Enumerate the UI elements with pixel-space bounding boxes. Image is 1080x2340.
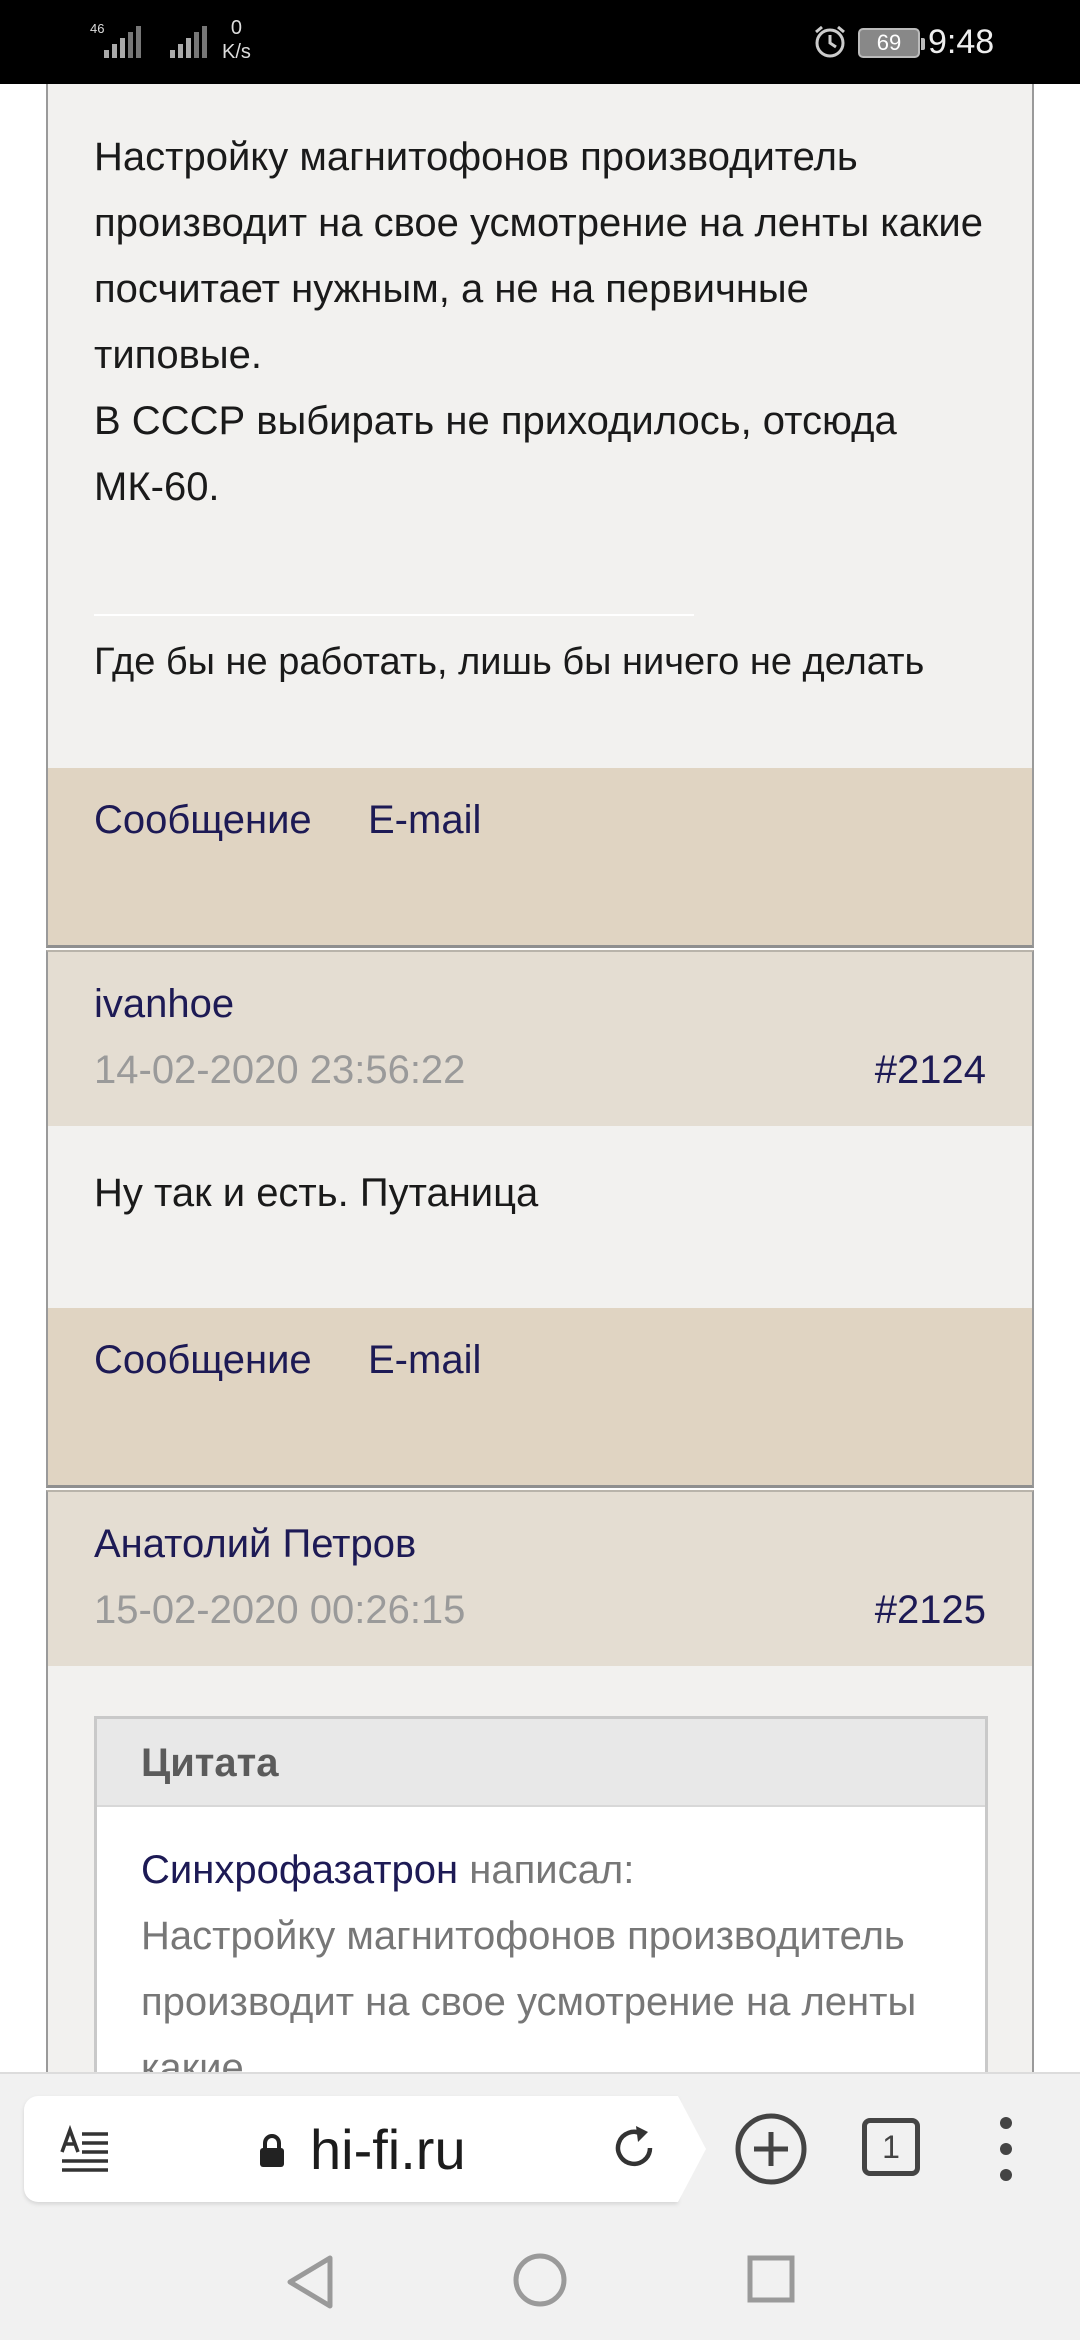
post-author[interactable]: Анатолий Петров — [94, 1518, 416, 1570]
message-link[interactable]: Сообщение — [94, 1334, 312, 1386]
post-signature: Где бы не работать, лишь бы ничего не де… — [94, 641, 925, 683]
network-speed: 0 K/s — [222, 16, 251, 64]
post-number-link[interactable]: #2125 — [875, 1584, 986, 1636]
system-navigation-bar — [0, 2222, 1080, 2340]
signature-divider — [94, 614, 694, 616]
post-footer: Сообщение E-mail — [46, 768, 1034, 948]
quote-body: Синхрофазатрон написал: Настройку магнит… — [97, 1807, 985, 2072]
post-date: 14-02-2020 23:56:22 — [94, 1048, 466, 1092]
post-author[interactable]: ivanhoe — [94, 978, 234, 1030]
email-link[interactable]: E-mail — [368, 1334, 481, 1386]
address-bar[interactable]: hi-fi.ru — [24, 2096, 678, 2202]
network-speed-unit: K/s — [222, 41, 251, 63]
address-bar-tip — [678, 2096, 706, 2202]
quote-wrote-label: написал: — [469, 1848, 635, 1892]
network-speed-value: 0 — [230, 17, 243, 39]
alarm-icon — [815, 25, 845, 58]
reload-icon[interactable] — [606, 2120, 662, 2176]
post-number-link[interactable]: #2124 — [875, 1044, 986, 1096]
message-link[interactable]: Сообщение — [94, 794, 312, 846]
tab-switcher-button[interactable]: 1 — [862, 2118, 920, 2176]
clock: 9:48 — [928, 23, 995, 61]
quote-author-link[interactable]: Синхрофазатрон — [141, 1848, 458, 1892]
post-footer: Сообщение E-mail — [46, 1308, 1034, 1488]
network-type-label: 46 — [90, 21, 105, 36]
post-body: Ну так и есть. Путаница — [46, 1126, 1034, 1308]
quote-title: Цитата — [97, 1719, 985, 1807]
more-vertical-icon[interactable] — [996, 2114, 1016, 2184]
quote-text: Настройку магнитофонов производитель про… — [141, 1914, 917, 2072]
post-text: Ну так и есть. Путаница — [94, 1171, 539, 1215]
lock-icon — [260, 2134, 284, 2167]
plus-circle-icon[interactable] — [734, 2112, 808, 2186]
email-link[interactable]: E-mail — [368, 794, 481, 846]
page-content[interactable]: Настройку магнитофонов производитель про… — [0, 84, 1080, 2072]
back-triangle-icon[interactable] — [282, 2252, 336, 2312]
post-header: Анатолий Петров 15-02-2020 00:26:15 #212… — [46, 1490, 1034, 1666]
browser-toolbar: hi-fi.ru 1 — [0, 2072, 1080, 2222]
quote-block: Цитата Синхрофазатрон написал: Настройку… — [94, 1716, 988, 2072]
home-circle-icon[interactable] — [512, 2252, 568, 2308]
post-text: Настройку магнитофонов производитель про… — [94, 135, 984, 509]
reader-mode-icon[interactable] — [58, 2122, 112, 2176]
url-text[interactable]: hi-fi.ru — [310, 2120, 466, 2180]
recents-square-icon[interactable] — [746, 2254, 796, 2304]
post-header: ivanhoe 14-02-2020 23:56:22 #2124 — [46, 950, 1034, 1126]
battery-indicator: 69 — [858, 28, 925, 58]
status-bar: 46 0 K/s 69 9:48 — [0, 0, 1080, 84]
post-body: Цитата Синхрофазатрон написал: Настройку… — [46, 1666, 1034, 2072]
post-body: Настройку магнитофонов производитель про… — [46, 84, 1034, 768]
signal-strength-2-icon — [170, 26, 207, 58]
post-date: 15-02-2020 00:26:15 — [94, 1588, 466, 1632]
